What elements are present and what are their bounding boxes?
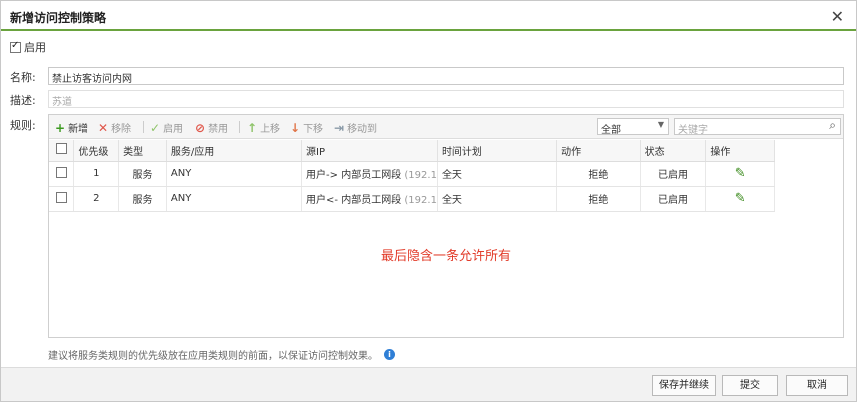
rules-toolbar: + 新增 ✕ 移除 ✓ 启用 ⊘ 禁用 ↑ 上移 ↓ 下移 ⇥ 移动到 全部 ▼… xyxy=(49,115,843,139)
close-icon[interactable]: ✕ xyxy=(831,7,844,26)
arrow-up-icon: ↑ xyxy=(247,120,258,135)
cell-priority: 2 xyxy=(73,186,120,212)
source-group: 内部员工网段 xyxy=(341,195,402,206)
header-operation: 操作 xyxy=(705,140,775,162)
rules-label: 规则: xyxy=(10,119,36,132)
description-label: 描述: xyxy=(10,94,36,107)
dialog-title: 新增访问控制策略 xyxy=(10,11,107,25)
cell-type: 服务 xyxy=(118,161,167,187)
header-priority[interactable]: 优先级 xyxy=(73,140,120,162)
hint-message: 建议将服务类规则的优先级放在应用类规则的前面，以保证访问控制效果。 xyxy=(48,351,378,362)
move-up-button[interactable]: ↑ 上移 xyxy=(247,120,280,136)
row-checkbox-cell[interactable] xyxy=(49,186,75,212)
rules-table: 优先级 类型 服务/应用 源IP 时间计划 动作 状态 操作 1 服务 ANY … xyxy=(49,140,775,212)
cell-service: ANY xyxy=(166,186,303,212)
cell-schedule: 全天 xyxy=(437,161,558,187)
cell-operation: ✎ xyxy=(705,186,775,212)
source-direction: 用户<- xyxy=(306,195,339,206)
description-input[interactable]: 苏道 xyxy=(48,90,844,108)
cancel-button[interactable]: 取消 xyxy=(786,375,848,396)
move-to-button[interactable]: ⇥ 移动到 xyxy=(334,120,377,136)
row-checkbox[interactable] xyxy=(55,191,67,203)
check-icon: ✓ xyxy=(150,120,161,135)
policy-dialog: 新增访问控制策略 ✕ 启用 名称: 禁止访客访问内网 描述: 苏道 规则: + … xyxy=(0,0,857,402)
header-status[interactable]: 状态 xyxy=(640,140,707,162)
source-ip: (192.1 xyxy=(404,195,437,206)
header-schedule[interactable]: 时间计划 xyxy=(437,140,558,162)
arrow-down-icon: ↓ xyxy=(290,120,301,135)
cell-operation: ✎ xyxy=(705,161,775,187)
row-checkbox-cell[interactable] xyxy=(49,161,75,187)
title-bar: 新增访问控制策略 ✕ xyxy=(1,1,856,31)
cell-service: ANY xyxy=(166,161,303,187)
source-ip: (192.1 xyxy=(404,170,437,181)
cell-schedule: 全天 xyxy=(437,186,558,212)
cell-priority: 1 xyxy=(73,161,120,187)
ban-icon: ⊘ xyxy=(195,120,206,135)
filter-select[interactable]: 全部 ▼ xyxy=(597,118,669,136)
select-all-header[interactable] xyxy=(49,140,75,162)
source-group: 内部员工网段 xyxy=(341,170,402,181)
header-service[interactable]: 服务/应用 xyxy=(166,140,303,162)
search-icon[interactable]: ⌕ xyxy=(829,118,836,133)
toolbar-divider xyxy=(143,121,144,133)
cell-type: 服务 xyxy=(118,186,167,212)
move-down-button[interactable]: ↓ 下移 xyxy=(290,120,323,136)
cell-source: 用户-> 内部员工网段 (192.1 xyxy=(301,161,438,187)
info-icon[interactable]: i xyxy=(384,349,395,360)
plus-icon: + xyxy=(55,120,66,135)
header-type[interactable]: 类型 xyxy=(118,140,167,162)
cell-status: 已启用 xyxy=(640,161,707,187)
delete-button[interactable]: ✕ 移除 xyxy=(98,120,131,136)
cross-icon: ✕ xyxy=(98,120,109,135)
enable-checkbox[interactable] xyxy=(10,40,21,53)
keyword-search-input[interactable]: 关键字 ⌕ xyxy=(674,118,841,136)
name-label: 名称: xyxy=(10,71,36,84)
hint-text: 建议将服务类规则的优先级放在应用类规则的前面，以保证访问控制效果。 i xyxy=(48,347,395,362)
disable-rule-button[interactable]: ⊘ 禁用 xyxy=(195,120,228,136)
submit-button[interactable]: 提交 xyxy=(722,375,778,396)
edit-pencil-icon[interactable]: ✎ xyxy=(735,166,746,181)
header-source-ip[interactable]: 源IP xyxy=(301,140,438,162)
enable-label: 启用 xyxy=(24,41,46,54)
dialog-footer: 保存并继续 提交 取消 xyxy=(1,367,856,401)
cell-action: 拒绝 xyxy=(556,186,641,212)
cell-status: 已启用 xyxy=(640,186,707,212)
rules-panel: + 新增 ✕ 移除 ✓ 启用 ⊘ 禁用 ↑ 上移 ↓ 下移 ⇥ 移动到 全部 ▼… xyxy=(48,114,844,338)
cell-source: 用户<- 内部员工网段 (192.1 xyxy=(301,186,438,212)
select-all-checkbox[interactable] xyxy=(55,143,67,155)
add-button[interactable]: + 新增 xyxy=(55,120,88,136)
source-direction: 用户-> xyxy=(306,170,339,181)
move-to-icon: ⇥ xyxy=(334,120,345,135)
save-continue-button[interactable]: 保存并继续 xyxy=(652,375,716,396)
enable-rule-button[interactable]: ✓ 启用 xyxy=(150,120,183,136)
row-checkbox[interactable] xyxy=(55,166,67,178)
chevron-down-icon: ▼ xyxy=(657,120,664,129)
cell-action: 拒绝 xyxy=(556,161,641,187)
implicit-rule-note: 最后隐含一条允许所有 xyxy=(380,249,511,264)
edit-pencil-icon[interactable]: ✎ xyxy=(735,191,746,206)
header-action[interactable]: 动作 xyxy=(556,140,641,162)
name-input[interactable]: 禁止访客访问内网 xyxy=(48,67,844,85)
enable-row[interactable]: 启用 xyxy=(10,39,46,55)
table-header-row: 优先级 类型 服务/应用 源IP 时间计划 动作 状态 操作 xyxy=(49,140,775,162)
toolbar-divider xyxy=(239,121,240,133)
table-row[interactable]: 1 服务 ANY 用户-> 内部员工网段 (192.1 全天 拒绝 已启用 ✎ xyxy=(49,161,775,187)
table-row[interactable]: 2 服务 ANY 用户<- 内部员工网段 (192.1 全天 拒绝 已启用 ✎ xyxy=(49,186,775,212)
